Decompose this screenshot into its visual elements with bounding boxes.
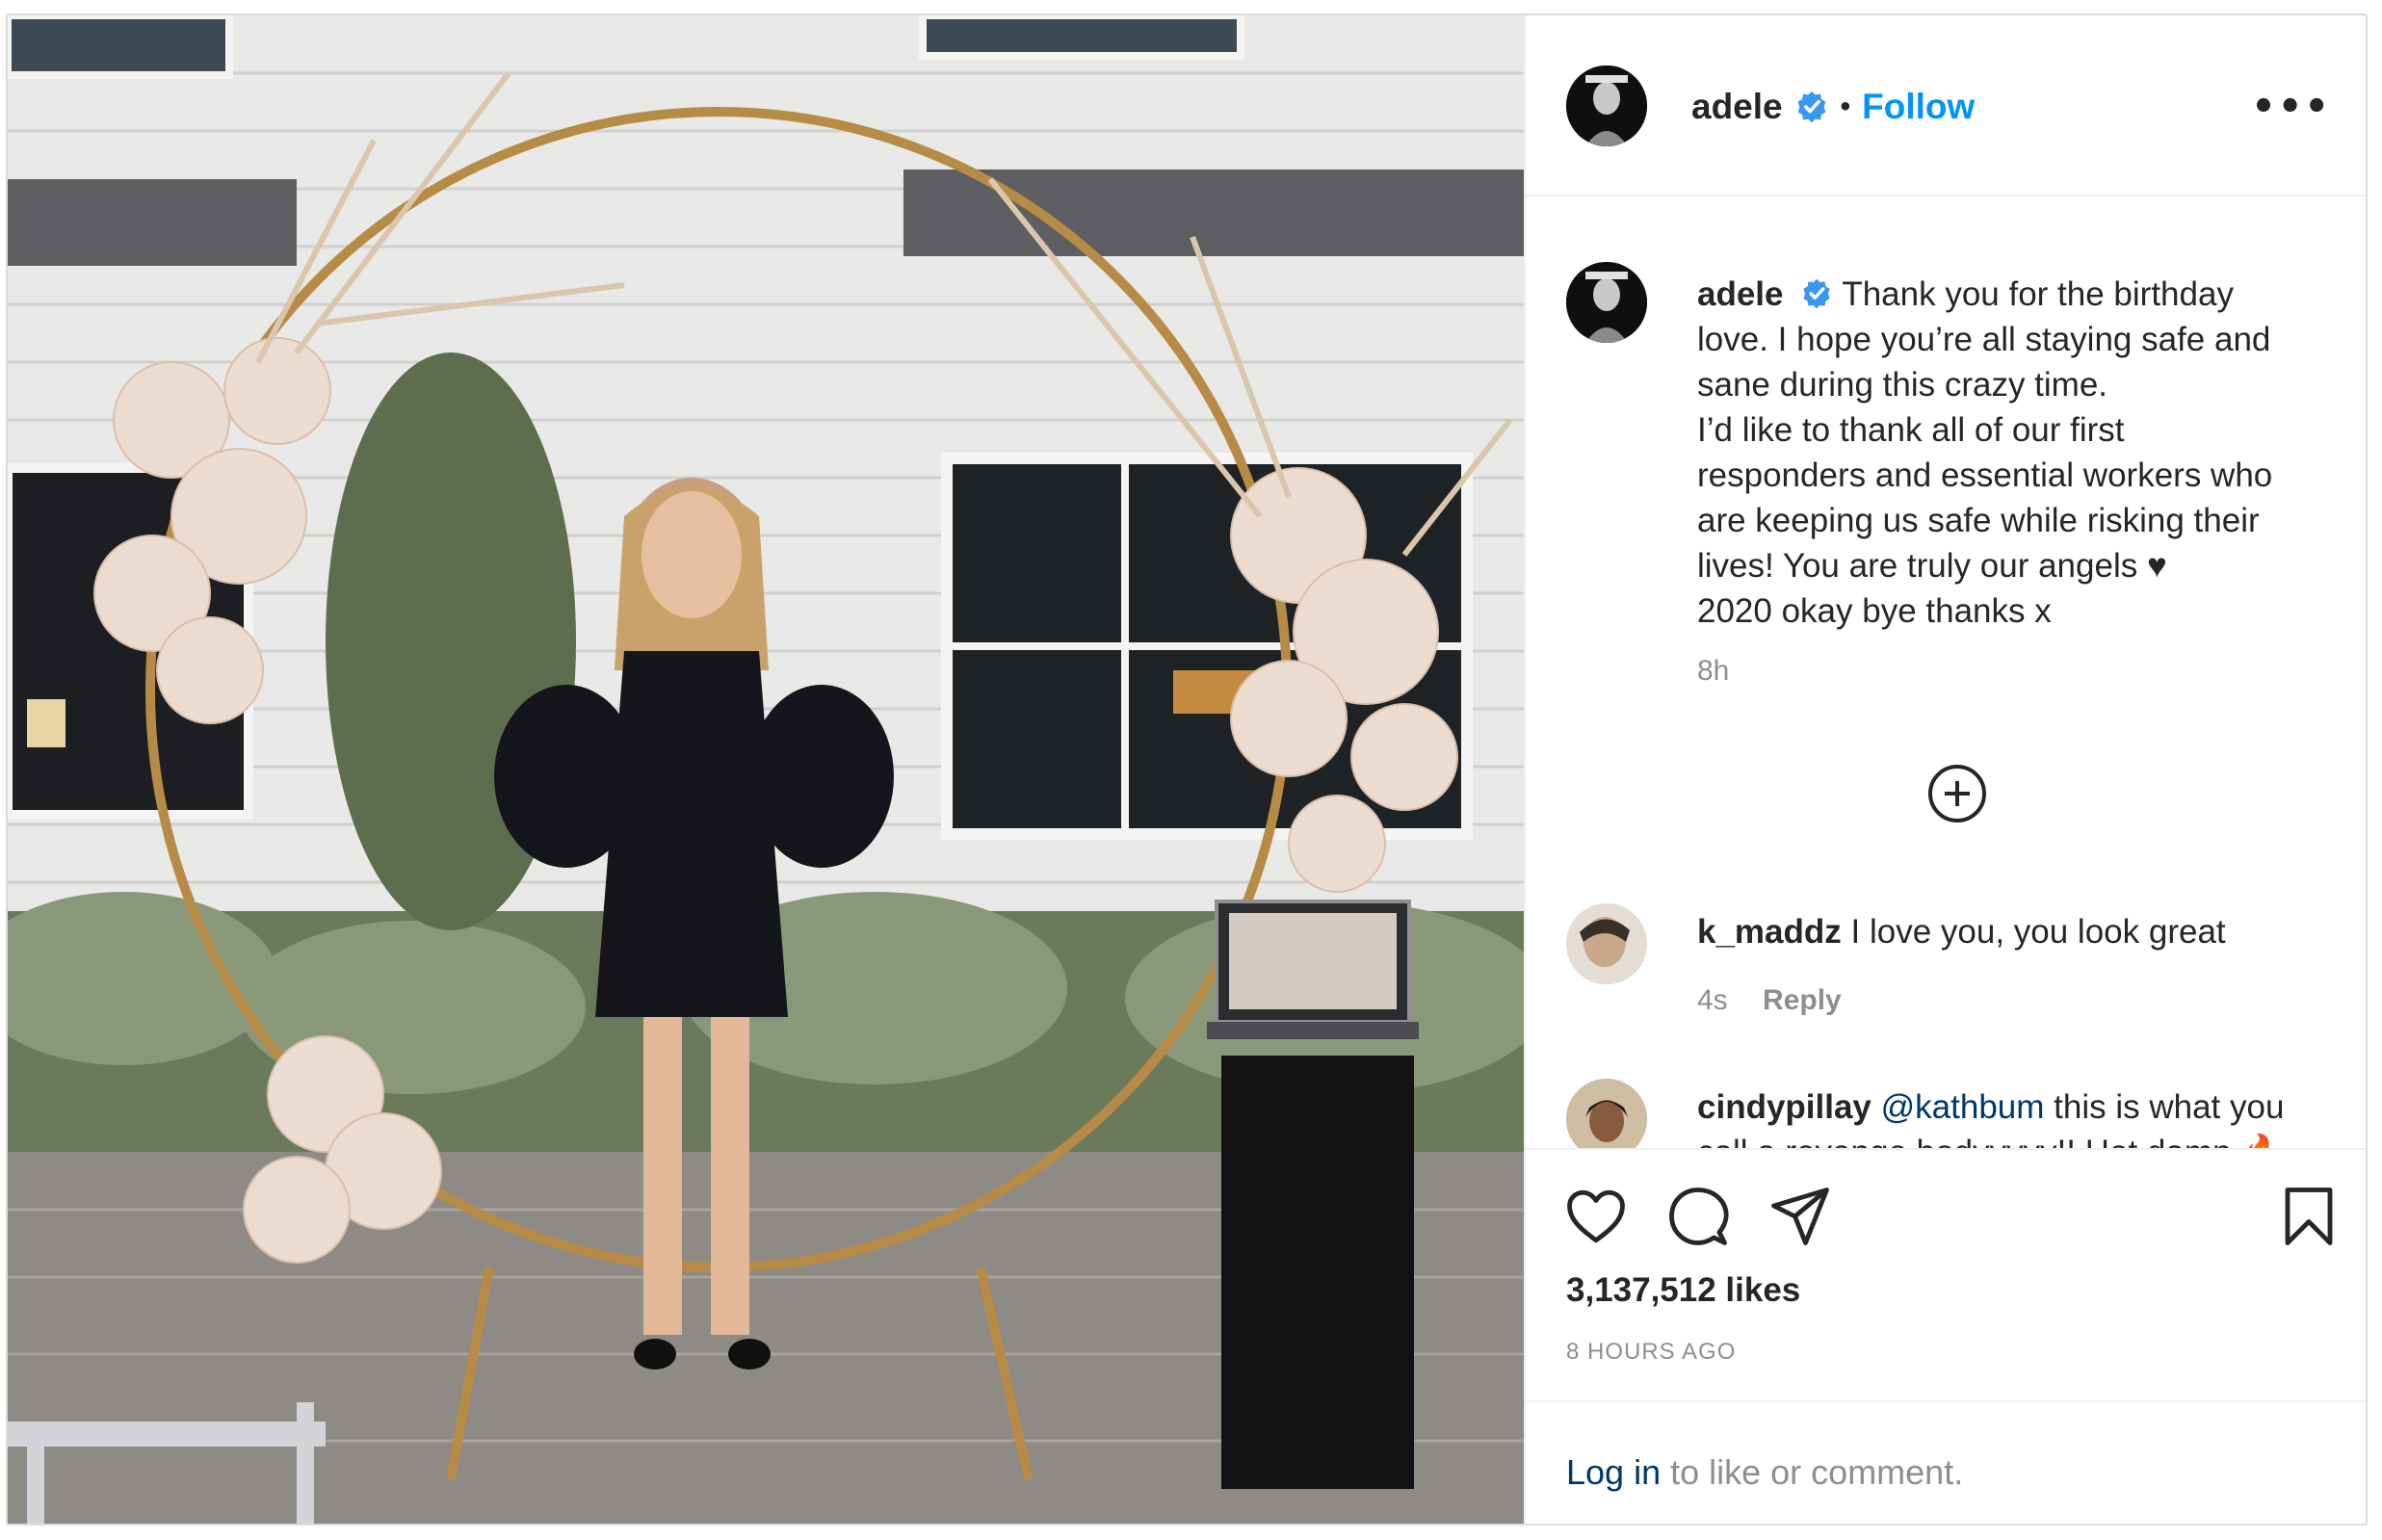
login-prompt: Log in to like or comment. (1526, 1400, 2366, 1524)
login-text: Log in to like or comment. (1566, 1452, 1963, 1493)
caption-line: I’d like to thank all of our first (1697, 411, 2125, 449)
commenter-avatar[interactable] (1566, 1079, 1647, 1148)
caption: adele Thank you for the birthday love. I… (1697, 272, 2314, 634)
like-count[interactable]: 3,137,512 likes (1566, 1271, 1800, 1310)
caption-line: Thank you for the birthday (1842, 275, 2234, 313)
author-username[interactable]: adele (1691, 87, 1783, 127)
author-row: adele • Follow (1691, 83, 1975, 131)
comment-meta: 4s Reply (1697, 984, 1842, 1017)
comment: cindypillay @kathbum this is what you ca… (1697, 1084, 2333, 1148)
post-photo[interactable] (8, 15, 1524, 1524)
login-rest-text: to like or comment. (1670, 1452, 1964, 1492)
post-timestamp[interactable]: 8 HOURS AGO (1566, 1339, 1736, 1366)
caption-line: responders and essential workers who (1697, 457, 2273, 494)
caption-line: love. I hope you’re all staying safe and (1697, 321, 2271, 358)
bookmark-icon[interactable] (2277, 1185, 2341, 1248)
load-more-icon[interactable] (1928, 765, 1986, 822)
caption-avatar[interactable] (1566, 262, 1647, 343)
comment-body: this is what you (2054, 1088, 2285, 1126)
share-icon[interactable] (1768, 1185, 1832, 1248)
comment: k_maddz I love you, you look great (1697, 909, 2333, 954)
follow-button[interactable]: Follow (1862, 87, 1975, 127)
commenter-avatar[interactable] (1566, 903, 1647, 984)
caption-line: sane during this crazy time. (1697, 366, 2108, 404)
caption-first-line: adele Thank you for the birthday (1697, 272, 2314, 317)
verified-icon (1794, 90, 1829, 124)
caption-line: are keeping us safe while risking their (1697, 502, 2260, 539)
heart-icon[interactable] (1564, 1185, 1628, 1248)
comment-mention[interactable]: @kathbum (1881, 1088, 2045, 1126)
comment-username[interactable]: cindypillay (1697, 1088, 1872, 1126)
author-avatar-image (1566, 65, 1647, 146)
post-header: adele • Follow ••• (1526, 15, 2366, 196)
caption-timestamp[interactable]: 8h (1697, 655, 1729, 688)
instagram-post: adele • Follow ••• adele Thank you for t… (6, 13, 2368, 1526)
post-photo-illustration (8, 15, 1524, 1524)
comment-username[interactable]: k_maddz (1697, 913, 1842, 951)
reply-button[interactable]: Reply (1763, 984, 1842, 1016)
comment-body-continued: call a revenge bodyyyyy!! Hot damn 🔥 (1697, 1130, 2333, 1148)
post-sidebar: adele • Follow ••• adele Thank you for t… (1524, 15, 2366, 1524)
commenter-avatar-image (1566, 903, 1647, 984)
comment-timestamp[interactable]: 4s (1697, 984, 1728, 1016)
login-link[interactable]: Log in (1566, 1452, 1661, 1492)
caption-line: lives! You are truly our angels ♥ (1697, 547, 2167, 585)
header-separator: • (1840, 91, 1851, 122)
commenter-avatar-image (1566, 1079, 1647, 1148)
caption-line: 2020 okay bye thanks x (1697, 592, 2052, 630)
author-avatar[interactable] (1566, 65, 1647, 146)
post-actions: 3,137,512 likes 8 HOURS AGO (1526, 1148, 2366, 1402)
caption-avatar-image (1566, 262, 1647, 343)
more-icon[interactable]: ••• (2251, 85, 2331, 129)
comment-body: I love you, you look great (1850, 913, 2226, 951)
verified-icon (1800, 277, 1833, 310)
comment-icon[interactable] (1666, 1185, 1730, 1248)
comments-list[interactable]: adele Thank you for the birthday love. I… (1526, 195, 2366, 1148)
caption-username[interactable]: adele (1697, 275, 1784, 313)
